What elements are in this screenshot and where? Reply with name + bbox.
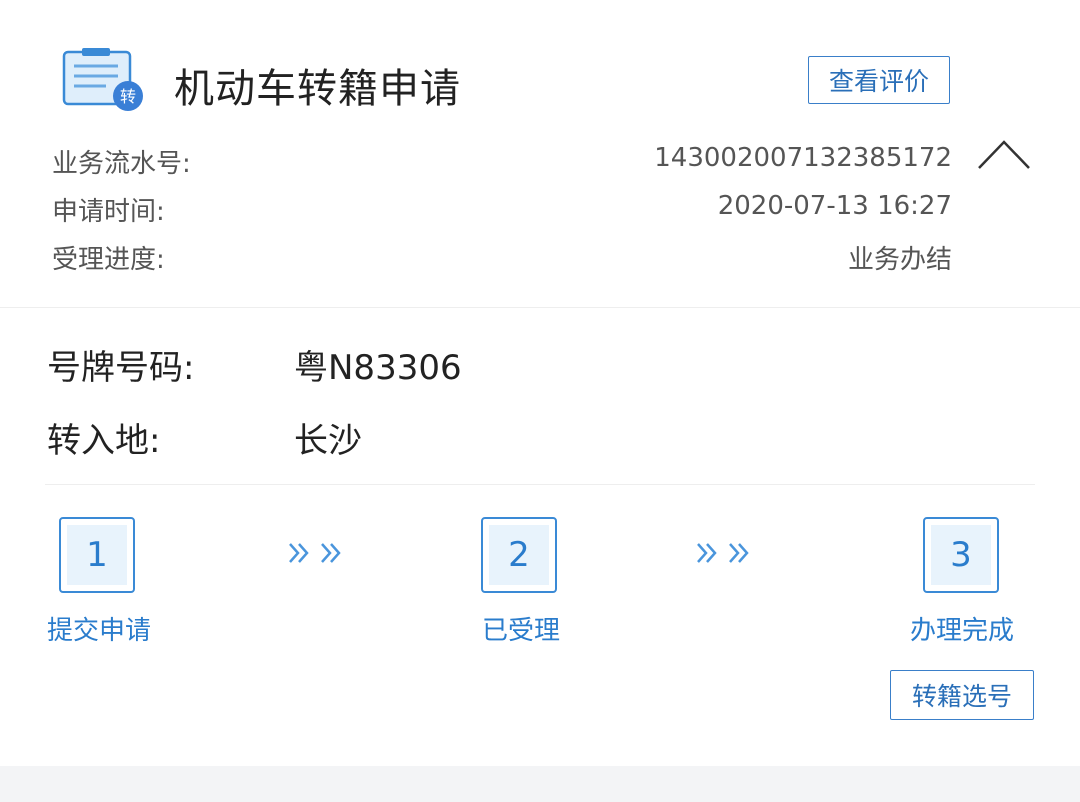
progress-value: 业务办结 bbox=[847, 245, 952, 275]
apply-time-row: 申请时间: 2020-07-13 16:27 bbox=[52, 191, 952, 227]
plate-number-value: 粤N83306 bbox=[294, 348, 462, 388]
serial-number-value: 143002007132385172 bbox=[654, 143, 952, 173]
view-review-button[interactable]: 查看评价 bbox=[808, 56, 950, 104]
application-header: 转 机动车转籍申请 查看评价 业务流水号: 143002007132385172… bbox=[0, 0, 1080, 308]
step-2-label: 已受理 bbox=[482, 616, 561, 646]
document-transfer-icon: 转 bbox=[62, 48, 143, 111]
step-1-number: 1 bbox=[67, 525, 127, 585]
destination-label: 转入地: bbox=[47, 421, 161, 461]
step-1-box: 1 bbox=[59, 517, 135, 593]
step-3-label: 办理完成 bbox=[910, 616, 1015, 646]
icon-badge-text: 转 bbox=[120, 87, 136, 106]
step-1-label: 提交申请 bbox=[47, 616, 152, 646]
serial-number-label: 业务流水号: bbox=[52, 149, 191, 179]
apply-time-value: 2020-07-13 16:27 bbox=[717, 191, 952, 221]
apply-time-label: 申请时间: bbox=[52, 197, 165, 227]
serial-number-row: 业务流水号: 143002007132385172 bbox=[52, 143, 952, 179]
plate-number-label: 号牌号码: bbox=[47, 348, 195, 388]
step-2-box: 2 bbox=[481, 517, 557, 593]
step-2-number: 2 bbox=[489, 525, 549, 585]
double-chevron-right-icon bbox=[697, 543, 749, 563]
page-footer-gap bbox=[0, 766, 1080, 802]
step-3-box: 3 bbox=[923, 517, 999, 593]
destination-value: 长沙 bbox=[294, 421, 362, 461]
progress-row: 受理进度: 业务办结 bbox=[52, 239, 952, 275]
step-3-number: 3 bbox=[931, 525, 991, 585]
application-detail: 号牌号码: 粤N83306 转入地: 长沙 1 2 3 提交申请 已受理 办理完… bbox=[0, 308, 1080, 766]
page-title: 机动车转籍申请 bbox=[174, 66, 461, 112]
progress-label: 受理进度: bbox=[52, 245, 165, 275]
double-chevron-right-icon bbox=[289, 543, 341, 563]
chevron-up-icon[interactable] bbox=[976, 136, 1032, 172]
divider bbox=[45, 484, 1035, 485]
transfer-plate-select-button[interactable]: 转籍选号 bbox=[890, 670, 1034, 720]
